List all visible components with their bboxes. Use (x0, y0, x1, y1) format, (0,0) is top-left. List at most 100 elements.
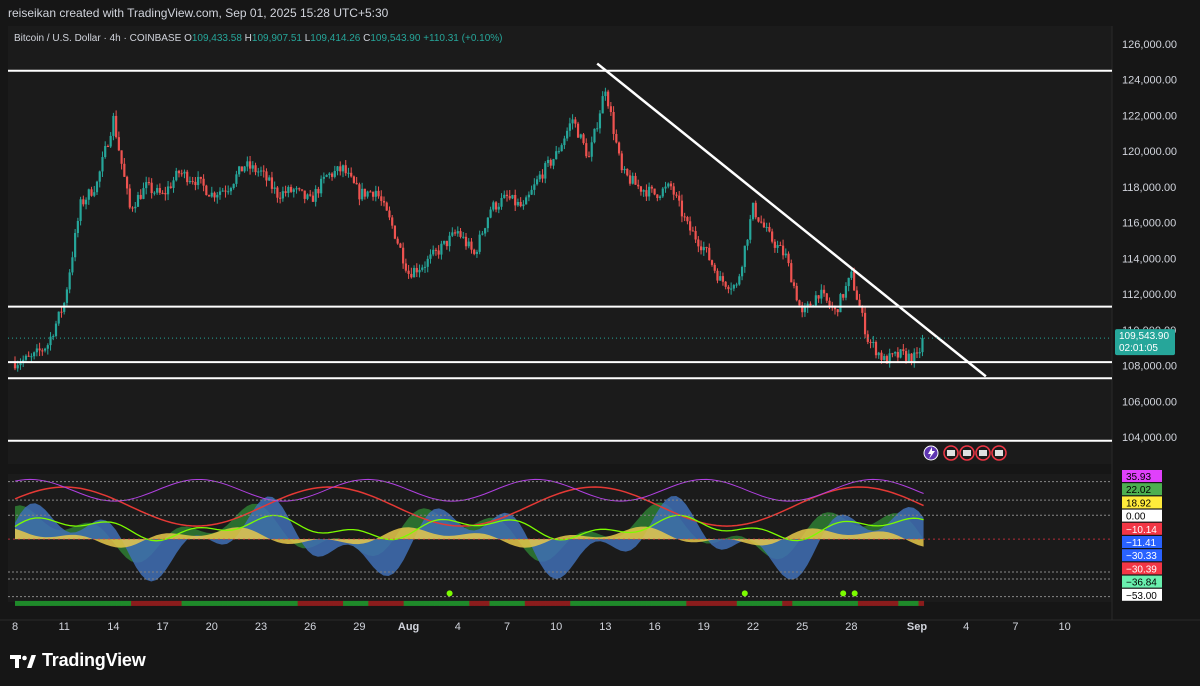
candle-body (46, 345, 49, 349)
candle-body (771, 231, 774, 242)
candle-body (716, 270, 719, 281)
candle-body (224, 190, 227, 192)
candle-body (486, 217, 489, 229)
candle-body (675, 194, 678, 196)
candle-body (620, 153, 623, 171)
y-tick-label: 124,000.00 (1122, 75, 1177, 87)
flag-glyph (995, 450, 1003, 456)
candle-body (344, 165, 347, 174)
signal-dot (851, 590, 858, 597)
state-bar-segment (802, 600, 808, 606)
candle-body (330, 173, 334, 177)
candle-body (355, 182, 358, 185)
state-bar-segment (211, 600, 218, 606)
candle-body (284, 191, 287, 193)
candle-body (456, 231, 459, 234)
state-bar-segment (852, 600, 859, 606)
candle-body (637, 184, 640, 187)
state-bar-segment (20, 600, 26, 606)
candle-body (792, 282, 796, 286)
state-bar-segment (539, 600, 546, 606)
chart-area[interactable]: 126,000.00 124,000.00 122,000.00 120,000.00… (0, 26, 1200, 640)
candle-body (276, 187, 279, 198)
candle-body (279, 197, 282, 199)
state-bar-segment (898, 600, 904, 606)
indicator-value-label: −53.00 (1126, 591, 1157, 602)
indicator-value-label: −11.41 (1126, 538, 1157, 549)
candle-body (508, 196, 511, 199)
state-bar-segment (35, 600, 41, 606)
candle-body (79, 199, 82, 221)
state-bar-segment (615, 600, 622, 606)
candle-body (180, 173, 183, 175)
state-bar-segment (565, 600, 571, 606)
state-bar-segment (736, 600, 743, 606)
state-bar-segment (640, 600, 647, 606)
candle-body (145, 182, 148, 189)
candle-body (590, 142, 593, 157)
candle-body (546, 159, 550, 164)
candle-body (358, 184, 361, 200)
state-bar-segment (343, 600, 349, 606)
candle-body (650, 186, 653, 189)
candle-body (467, 241, 470, 247)
candle-body (448, 235, 451, 247)
state-bar-segment (191, 600, 198, 606)
flag-glyph (963, 450, 971, 456)
state-bar-segment (166, 600, 172, 606)
state-bar-segment (353, 600, 359, 606)
candle-body (418, 269, 421, 273)
state-bar-segment (691, 600, 697, 606)
candle-body (238, 166, 241, 175)
candle-body (918, 352, 921, 354)
indicator-value-label: 18.92 (1126, 498, 1151, 509)
state-bar-segment (762, 600, 768, 606)
candle-body (90, 189, 93, 196)
state-bar-segment (903, 600, 909, 606)
x-tick-label: 16 (648, 621, 660, 633)
state-bar-segment (216, 600, 223, 606)
candle-body (371, 191, 375, 197)
candle-body (787, 253, 790, 264)
candle-body (563, 138, 566, 146)
candle-body (732, 285, 735, 289)
candle-body (216, 194, 219, 198)
state-bar (15, 600, 925, 606)
candle-body (320, 178, 323, 194)
candle-body (68, 272, 71, 290)
candle-body (292, 189, 295, 192)
candle-body (915, 352, 919, 354)
tradingview-logo[interactable]: TradingView (10, 650, 146, 671)
state-bar-segment (444, 600, 450, 606)
candle-body (123, 163, 126, 177)
candle-body (443, 240, 446, 244)
candle-body (552, 159, 555, 166)
indicator-value-label: 22.02 (1126, 485, 1151, 496)
y-tick-label: 122,000.00 (1122, 110, 1177, 122)
candle-body (686, 217, 689, 222)
candle-body (560, 145, 563, 152)
candle-body (492, 202, 495, 210)
candle-body (257, 171, 260, 173)
x-tick-label: 23 (255, 621, 267, 633)
candle-body (317, 188, 320, 194)
state-bar-segment (913, 600, 920, 606)
state-bar-segment (656, 600, 662, 606)
state-bar-segment (681, 600, 687, 606)
state-bar-segment (373, 600, 379, 606)
legend-part: 109,907.51 (252, 33, 305, 44)
state-bar-segment (868, 600, 874, 606)
state-bar-segment (635, 600, 642, 606)
state-bar-segment (176, 600, 183, 606)
x-tick-label: 28 (845, 621, 857, 633)
candle-body (730, 288, 733, 290)
state-bar-segment (196, 600, 203, 606)
candle-body (117, 137, 120, 151)
state-bar-segment (484, 600, 490, 606)
candle-body (664, 186, 667, 189)
x-tick-label: 26 (304, 621, 316, 633)
candle-body (596, 128, 599, 130)
candle-body (213, 192, 216, 198)
state-bar-segment (267, 600, 273, 606)
brand-name: TradingView (42, 650, 146, 670)
